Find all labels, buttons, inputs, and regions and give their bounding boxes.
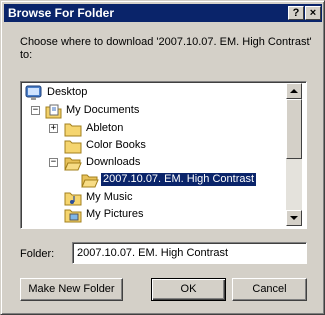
tree-item-label: Downloads [86, 156, 141, 168]
folder-tree[interactable]: Desktop − My Documents + Ableton Color B… [20, 81, 307, 229]
music-folder-icon [64, 190, 82, 206]
scroll-down-button[interactable] [286, 210, 302, 226]
scroll-down-arrow-icon [290, 216, 298, 220]
collapse-icon[interactable]: − [31, 106, 40, 115]
tree-item-label: My Music [86, 191, 133, 203]
help-button[interactable]: ? [288, 6, 304, 20]
browse-for-folder-dialog: Browse For Folder ? × Choose where to do… [0, 0, 325, 315]
desktop-icon [25, 85, 43, 101]
folder-name-input[interactable] [72, 242, 307, 264]
tree-scrollbar[interactable] [286, 83, 302, 226]
dialog-prompt: Choose where to download '2007.10.07. EM… [20, 36, 312, 61]
cancel-button[interactable]: Cancel [232, 278, 307, 301]
my-documents-icon [45, 103, 63, 119]
make-new-folder-button[interactable]: Make New Folder [20, 278, 123, 301]
tree-item-label: My Pictures [86, 208, 144, 220]
title-bar[interactable]: Browse For Folder ? × [4, 4, 322, 22]
folder-open-icon [81, 172, 99, 188]
tree-item-label: Desktop [47, 86, 88, 98]
ok-button[interactable]: OK [151, 278, 226, 301]
folder-open-icon [64, 155, 82, 171]
scroll-thumb[interactable] [286, 99, 302, 159]
expand-icon[interactable]: + [49, 124, 58, 133]
folder-field-label: Folder: [20, 248, 55, 260]
close-button[interactable]: × [305, 6, 321, 20]
scroll-up-arrow-icon [290, 89, 298, 93]
folder-icon [64, 121, 82, 137]
tree-item-label: Ableton [86, 122, 124, 134]
collapse-icon[interactable]: − [49, 158, 58, 167]
tree-item-label: Color Books [86, 139, 146, 151]
scroll-up-button[interactable] [286, 83, 302, 99]
window-title: Browse For Folder [8, 6, 115, 20]
folder-icon [64, 138, 82, 154]
pictures-folder-icon [64, 207, 82, 223]
tree-item-label: 2007.10.07. EM. High Contrast [99, 172, 258, 187]
tree-item-label: My Documents [66, 104, 140, 116]
